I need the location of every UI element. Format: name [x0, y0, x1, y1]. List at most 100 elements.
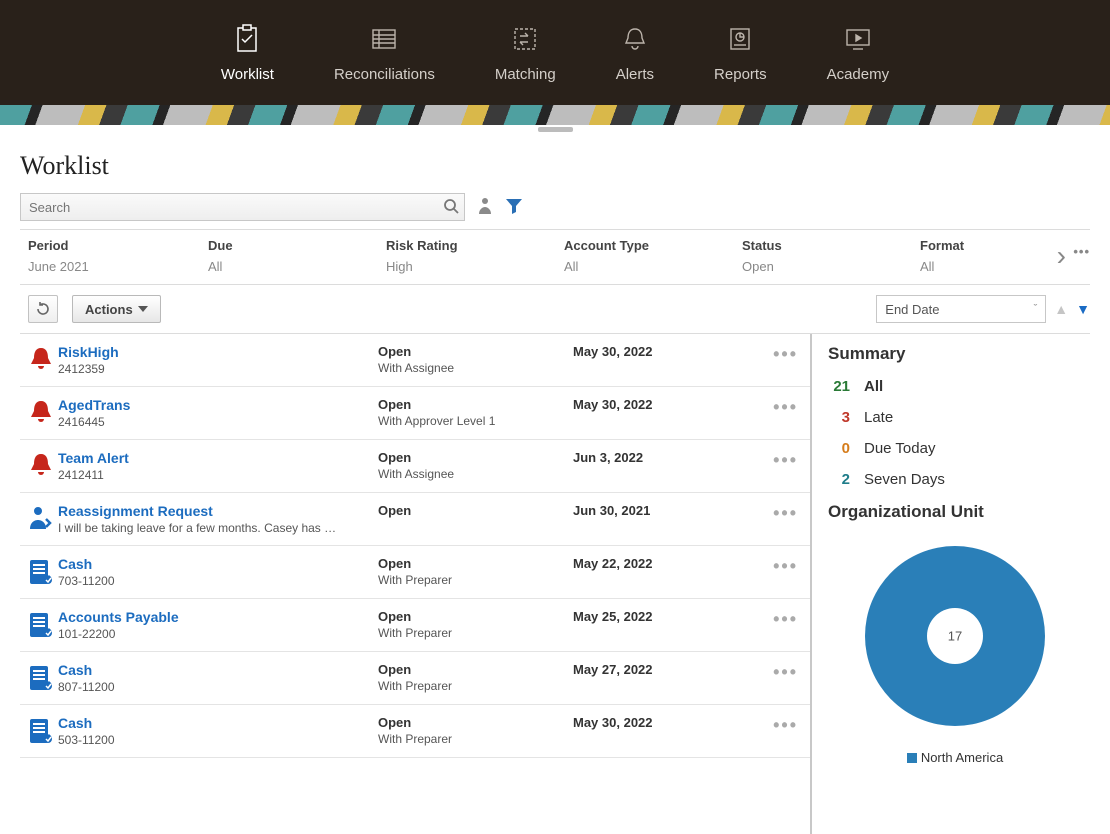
row-title[interactable]: RiskHigh	[58, 344, 378, 360]
collapse-handle[interactable]	[0, 125, 1110, 133]
row-status: OpenWith Preparer	[378, 715, 573, 746]
row-status: OpenWith Preparer	[378, 662, 573, 693]
summary-all[interactable]: 21 All	[828, 378, 1082, 395]
row-actions-menu[interactable]: •••	[723, 556, 802, 577]
summary-due-today-label: Due Today	[864, 440, 935, 457]
summary-due-today[interactable]: 0 Due Today	[828, 440, 1082, 457]
row-status: OpenWith Preparer	[378, 556, 573, 587]
search-input[interactable]	[20, 193, 465, 221]
sort-asc-icon[interactable]: ▲	[1054, 301, 1068, 317]
org-unit-title: Organizational Unit	[828, 502, 1082, 522]
nav-alerts[interactable]: Alerts	[616, 22, 654, 83]
list-row[interactable]: Cash703-11200OpenWith PreparerMay 22, 20…	[20, 546, 810, 599]
row-date: Jun 3, 2022	[573, 450, 723, 465]
row-actions-menu[interactable]: •••	[723, 503, 802, 524]
row-status: OpenWith Assignee	[378, 450, 573, 481]
sort-desc-icon[interactable]: ▼	[1076, 301, 1090, 317]
row-date: May 30, 2022	[573, 397, 723, 412]
row-status-secondary: With Preparer	[378, 573, 573, 587]
row-type-icon	[24, 450, 58, 478]
row-main: Cash807-11200	[58, 662, 378, 694]
row-status-secondary: With Approver Level 1	[378, 414, 573, 428]
summary-all-label: All	[864, 378, 883, 395]
row-status-secondary: With Assignee	[378, 467, 573, 481]
row-type-icon	[24, 397, 58, 425]
list-row[interactable]: Cash807-11200OpenWith PreparerMay 27, 20…	[20, 652, 810, 705]
filter-icon[interactable]	[505, 198, 523, 217]
filter-bar: Period June 2021 Due All Risk Rating Hig…	[20, 229, 1090, 285]
row-status-secondary: With Preparer	[378, 626, 573, 640]
row-main: Reassignment Request I will be taking lea…	[58, 503, 378, 535]
nav-worklist[interactable]: Worklist	[221, 22, 274, 83]
row-status: Open With Preparer	[378, 609, 573, 640]
filter-next-icon[interactable]: ›	[1057, 240, 1066, 272]
nav-reconciliations-label: Reconciliations	[334, 66, 435, 83]
summary-title: Summary	[828, 344, 1082, 364]
row-main: Team Alert2412411	[58, 450, 378, 482]
sort-select[interactable]: End Date ˇ	[876, 295, 1046, 323]
row-type-icon	[24, 715, 58, 745]
user-role-icon[interactable]	[477, 197, 493, 218]
nav-reconciliations[interactable]: Reconciliations	[334, 22, 435, 83]
filter-period[interactable]: Period June 2021	[20, 238, 198, 274]
row-subtitle: I will be taking leave for a few months.…	[58, 521, 378, 535]
refresh-button[interactable]	[28, 295, 58, 323]
nav-matching[interactable]: Matching	[495, 22, 556, 83]
list-row[interactable]: AgedTrans2416445OpenWith Approver Level …	[20, 387, 810, 440]
nav-academy[interactable]: Academy	[827, 22, 890, 83]
summary-seven-days[interactable]: 2 Seven Days	[828, 471, 1082, 488]
donut-center-value: 17	[948, 629, 962, 644]
list-row[interactable]: RiskHigh2412359OpenWith AssigneeMay 30, …	[20, 334, 810, 387]
row-main: Accounts Payable101-22200	[58, 609, 378, 641]
row-actions-menu[interactable]: •••	[723, 397, 802, 418]
summary-due-today-num: 0	[828, 440, 850, 457]
list-row[interactable]: Reassignment Request I will be taking lea…	[20, 493, 810, 546]
row-title[interactable]: Cash	[58, 556, 378, 572]
row-actions-menu[interactable]: •••	[723, 609, 802, 630]
filter-risk-rating[interactable]: Risk Rating High	[376, 238, 554, 274]
filter-account-type[interactable]: Account Type All	[554, 238, 732, 274]
legend-swatch	[907, 753, 917, 763]
row-title[interactable]: Cash	[58, 715, 378, 731]
list-scroll[interactable]: RiskHigh2412359OpenWith AssigneeMay 30, …	[20, 334, 810, 834]
bell-icon	[618, 22, 652, 56]
list-row[interactable]: Cash503-11200OpenWith PreparerMay 30, 20…	[20, 705, 810, 758]
nav-reports-label: Reports	[714, 66, 767, 83]
report-icon	[723, 22, 757, 56]
row-subtitle: 2416445	[58, 415, 378, 429]
donut-legend[interactable]: North America	[907, 750, 1003, 765]
nav-academy-label: Academy	[827, 66, 890, 83]
filter-more-icon[interactable]: •••	[1073, 244, 1090, 259]
row-title[interactable]: Team Alert	[58, 450, 378, 466]
row-date: May 30, 2022	[573, 715, 723, 730]
row-actions-menu[interactable]: •••	[723, 344, 802, 365]
row-title[interactable]: Accounts Payable	[58, 609, 378, 625]
row-title[interactable]: Cash	[58, 662, 378, 678]
filter-due[interactable]: Due All	[198, 238, 376, 274]
row-title[interactable]: Reassignment Request	[58, 503, 378, 519]
filter-status[interactable]: Status Open	[732, 238, 910, 274]
list-row[interactable]: Team Alert2412411OpenWith AssigneeJun 3,…	[20, 440, 810, 493]
main-area: RiskHigh2412359OpenWith AssigneeMay 30, …	[20, 333, 1090, 834]
list-row[interactable]: Accounts Payable101-22200Open With Prepar…	[20, 599, 810, 652]
row-type-icon	[24, 556, 58, 586]
caret-down-icon	[138, 306, 148, 312]
row-actions-menu[interactable]: •••	[723, 715, 802, 736]
summary-late[interactable]: 3 Late	[828, 409, 1082, 426]
swap-arrows-icon	[508, 22, 542, 56]
actions-button[interactable]: Actions	[72, 295, 161, 323]
row-status-primary: Open	[378, 609, 573, 624]
search-box	[20, 193, 465, 221]
actions-row: Actions End Date ˇ ▲ ▼	[20, 285, 1090, 333]
row-actions-menu[interactable]: •••	[723, 662, 802, 683]
monitor-play-icon	[841, 22, 875, 56]
nav-reports[interactable]: Reports	[714, 22, 767, 83]
filter-account-value: All	[564, 259, 732, 274]
donut-chart[interactable]: 17	[855, 536, 1055, 736]
filter-due-label: Due	[208, 238, 376, 253]
row-title[interactable]: AgedTrans	[58, 397, 378, 413]
row-actions-menu[interactable]: •••	[723, 450, 802, 471]
summary-late-num: 3	[828, 409, 850, 426]
filter-status-value: Open	[742, 259, 910, 274]
search-icon[interactable]	[443, 198, 459, 217]
